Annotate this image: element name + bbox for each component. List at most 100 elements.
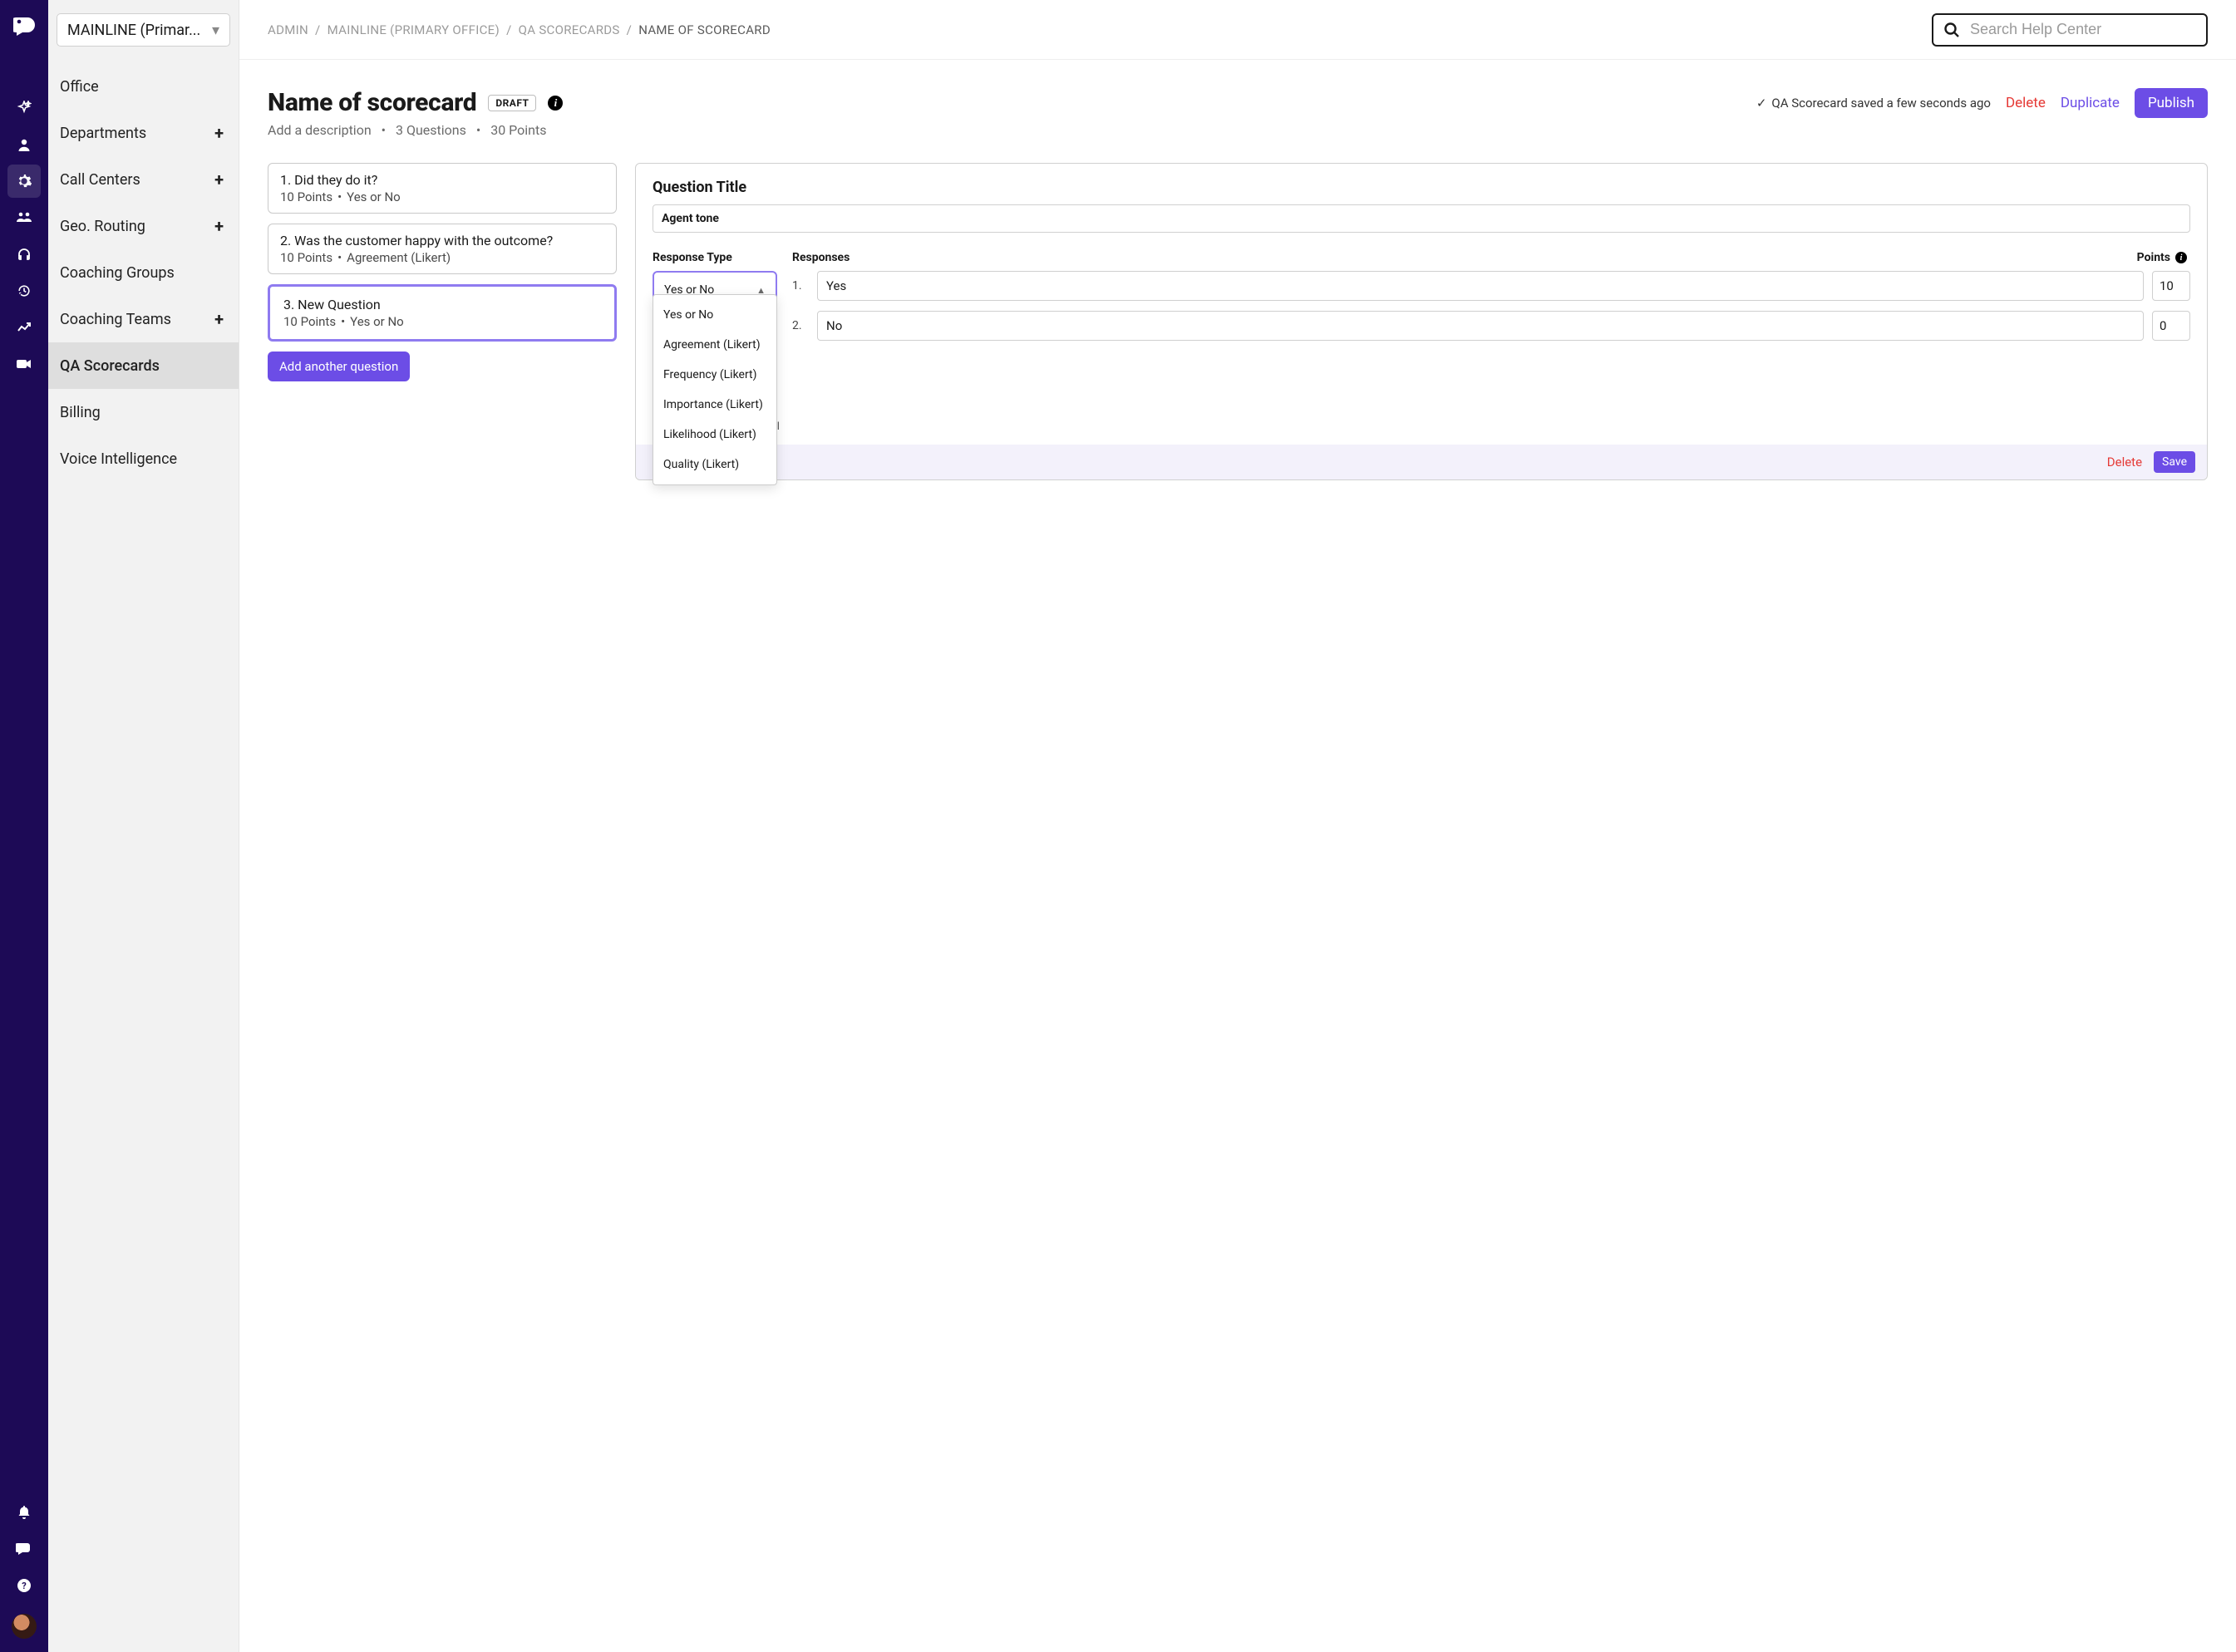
rail-sparkle-icon[interactable] <box>7 91 41 125</box>
question-card-meta: 10 Points•Agreement (Likert) <box>280 250 604 265</box>
response-type-option[interactable]: Yes or No <box>653 300 776 330</box>
publish-button[interactable]: Publish <box>2135 88 2208 118</box>
response-row: 1. Yes 10 <box>792 271 2190 301</box>
sidebar-item-label: Departments <box>60 125 146 142</box>
rail-settings-icon[interactable] <box>7 165 41 198</box>
sidebar-item-office[interactable]: Office <box>48 63 239 110</box>
plus-icon[interactable]: + <box>214 309 224 329</box>
question-list: 1. Did they do it?10 Points•Yes or No2. … <box>268 163 617 381</box>
plus-icon[interactable]: + <box>214 216 224 236</box>
office-selector-text: MAINLINE (Primar... <box>67 22 200 39</box>
sidebar-item-label: QA Scorecards <box>60 357 160 375</box>
sidebar-item-label: Call Centers <box>60 171 140 189</box>
scorecard-header: Name of scorecard DRAFT i Add a descript… <box>268 88 2208 138</box>
response-label-input[interactable]: No <box>817 311 2144 341</box>
app-logo-icon <box>12 15 36 38</box>
auto-fail-line1: for certain responses <box>653 402 2190 419</box>
svg-text:?: ? <box>22 1581 27 1591</box>
search-icon <box>1943 22 1960 38</box>
editor-footer: Delete Save <box>636 445 2207 479</box>
duplicate-scorecard-button[interactable]: Duplicate <box>2061 95 2120 111</box>
auto-fail-line2: assign a 0% grade to a call <box>653 419 2190 435</box>
rail-team-icon[interactable] <box>7 201 41 234</box>
sidebar-item-label: Coaching Teams <box>60 311 171 328</box>
plus-icon[interactable]: + <box>214 170 224 189</box>
response-type-option[interactable]: Importance (Likert) <box>653 390 776 420</box>
sidebar-item-coaching-groups[interactable]: Coaching Groups <box>48 249 239 296</box>
crumb-scorecards[interactable]: QA SCORECARDS <box>519 22 620 37</box>
crumb-admin[interactable]: ADMIN <box>268 22 308 37</box>
delete-scorecard-button[interactable]: Delete <box>2006 95 2046 111</box>
info-icon[interactable]: i <box>548 96 563 111</box>
sidebar-item-voice-intelligence[interactable]: Voice Intelligence <box>48 435 239 482</box>
question-card[interactable]: 2. Was the customer happy with the outco… <box>268 224 617 274</box>
response-number: 2. <box>792 319 809 332</box>
response-label-input[interactable]: Yes <box>817 271 2144 301</box>
response-type-option[interactable]: Likelihood (Likert) <box>653 420 776 450</box>
sidebar-item-billing[interactable]: Billing <box>48 389 239 435</box>
rail-bell-icon[interactable] <box>7 1496 41 1529</box>
question-card[interactable]: 3. New Question 10 Points•Yes or No <box>268 284 617 342</box>
delete-question-button[interactable]: Delete <box>2107 455 2142 470</box>
response-type-option[interactable]: Frequency (Likert) <box>653 360 776 390</box>
scorecard-description[interactable]: Add a description <box>268 122 372 138</box>
sidebar-item-coaching-teams[interactable]: Coaching Teams + <box>48 296 239 342</box>
caret-down-icon: ▾ <box>212 22 219 39</box>
sidebar: MAINLINE (Primar... ▾ Office Departments +… <box>48 0 239 1652</box>
sidebar-item-qa-scorecards[interactable]: QA Scorecards <box>48 342 239 389</box>
question-card-meta: 10 Points•Yes or No <box>280 189 604 204</box>
page-title[interactable]: Name of scorecard <box>268 88 476 117</box>
save-question-button[interactable]: Save <box>2154 451 2195 473</box>
sidebar-item-label: Billing <box>60 404 101 421</box>
question-card-title: 3. New Question <box>283 297 601 312</box>
office-selector[interactable]: MAINLINE (Primar... ▾ <box>57 13 230 47</box>
main-area: ADMIN / MAINLINE (PRIMARY OFFICE) / QA S… <box>239 0 2236 1652</box>
response-points-input[interactable]: 0 <box>2152 311 2190 341</box>
response-points-input[interactable]: 10 <box>2152 271 2190 301</box>
draft-badge: DRAFT <box>488 95 536 111</box>
nav-rail: ? <box>0 0 48 1652</box>
responses-label: Responses <box>792 251 850 264</box>
rail-help-icon[interactable]: ? <box>7 1569 41 1602</box>
plus-icon[interactable]: + <box>214 123 224 143</box>
crumb-current: NAME OF SCORECARD <box>638 22 771 37</box>
add-question-button[interactable]: Add another question <box>268 352 410 381</box>
help-search[interactable] <box>1932 13 2208 47</box>
sidebar-item-label: Voice Intelligence <box>60 450 177 468</box>
response-type-dropdown: Yes or NoAgreement (Likert)Frequency (Li… <box>653 294 777 485</box>
sidebar-item-departments[interactable]: Departments + <box>48 110 239 156</box>
sidebar-item-label: Geo. Routing <box>60 218 145 235</box>
scorecard-question-count: 3 Questions <box>396 122 466 138</box>
rail-history-icon[interactable] <box>7 274 41 307</box>
sidebar-item-call-centers[interactable]: Call Centers + <box>48 156 239 203</box>
user-avatar[interactable] <box>12 1614 37 1639</box>
question-card-title: 2. Was the customer happy with the outco… <box>280 233 604 248</box>
rail-analytics-icon[interactable] <box>7 311 41 344</box>
question-editor: Question Title Agent tone Response Type … <box>635 163 2208 480</box>
topbar: ADMIN / MAINLINE (PRIMARY OFFICE) / QA S… <box>239 0 2236 60</box>
rail-chat-icon[interactable] <box>7 1532 41 1566</box>
response-type-label: Response Type <box>653 251 777 264</box>
help-search-input[interactable] <box>1968 20 2196 39</box>
question-card[interactable]: 1. Did they do it?10 Points•Yes or No <box>268 163 617 214</box>
response-number: 1. <box>792 279 809 293</box>
sidebar-item-label: Coaching Groups <box>60 264 175 282</box>
check-icon: ✓ <box>1756 96 1767 111</box>
response-row: 2. No 0 <box>792 311 2190 341</box>
crumb-office[interactable]: MAINLINE (PRIMARY OFFICE) <box>328 22 500 37</box>
rail-video-icon[interactable] <box>7 347 41 381</box>
question-title-label: Question Title <box>653 179 2190 196</box>
save-status: ✓ QA Scorecard saved a few seconds ago <box>1756 96 1991 111</box>
question-card-meta: 10 Points•Yes or No <box>283 314 601 329</box>
rail-person-icon[interactable] <box>7 128 41 161</box>
response-type-option[interactable]: Quality (Likert) <box>653 450 776 479</box>
breadcrumb: ADMIN / MAINLINE (PRIMARY OFFICE) / QA S… <box>268 22 771 37</box>
scorecard-points-total: 30 Points <box>490 122 546 138</box>
points-info-icon[interactable]: i <box>2175 252 2187 263</box>
rail-headset-icon[interactable] <box>7 238 41 271</box>
question-title-input[interactable]: Agent tone <box>653 204 2190 233</box>
points-label: Points <box>2137 251 2170 264</box>
sidebar-item-geo-routing[interactable]: Geo. Routing + <box>48 203 239 249</box>
response-type-option[interactable]: Agreement (Likert) <box>653 330 776 360</box>
question-card-title: 1. Did they do it? <box>280 172 604 188</box>
